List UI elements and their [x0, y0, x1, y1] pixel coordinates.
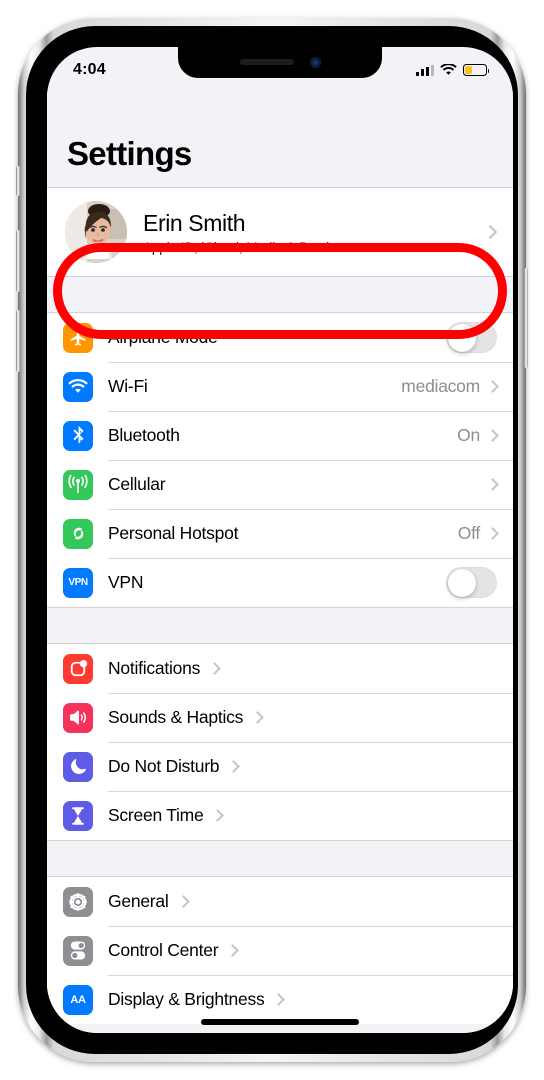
screen-time-icon [63, 800, 93, 831]
wifi-icon [63, 371, 93, 402]
settings-row-label: Do Not Disturb [108, 756, 220, 776]
device-bezel: 4:04 Settings Erin Smith Apple ID, iClou… [26, 26, 518, 1054]
settings-row-label: Screen Time [108, 805, 204, 825]
airplane-icon [63, 322, 93, 353]
earpiece-speaker [239, 59, 294, 65]
control-center-icon [63, 935, 93, 966]
hotspot-status-value: Off [457, 523, 481, 543]
settings-row-label: Bluetooth [108, 425, 180, 445]
notifications-icon [63, 653, 93, 684]
settings-row-label: Airplane Mode [108, 327, 218, 347]
apple-id-name: Erin Smith [143, 209, 246, 236]
settings-row-label: Control Center [108, 940, 219, 960]
section-gap [47, 277, 513, 312]
display-brightness-icon: AA [63, 984, 93, 1015]
chevron-right-icon [486, 380, 499, 393]
settings-row-label: Personal Hotspot [108, 523, 239, 543]
do-not-disturb-icon [63, 751, 93, 782]
power-button[interactable] [524, 268, 528, 368]
chevron-right-icon [486, 527, 499, 540]
settings-row-bluetooth[interactable]: Bluetooth On [47, 411, 513, 460]
group-alerts: Notifications Sounds & Haptics Do Not Di… [47, 643, 513, 841]
bluetooth-icon [63, 420, 93, 451]
wifi-icon [440, 64, 457, 75]
chevron-right-icon [486, 429, 499, 442]
section-gap [47, 608, 513, 643]
chevron-right-icon [486, 478, 499, 491]
mute-switch[interactable] [16, 166, 20, 196]
settings-row-wifi[interactable]: Wi-Fi mediacom [47, 362, 513, 411]
settings-row-label: Wi-Fi [108, 376, 148, 396]
battery-icon [463, 64, 490, 76]
status-bar-clock: 4:04 [73, 61, 106, 78]
wifi-network-value: mediacom [401, 376, 480, 396]
group-system: General Control Center AA Display & Brig… [47, 876, 513, 1024]
cellular-icon [63, 469, 93, 500]
settings-row-cellular[interactable]: Cellular [47, 460, 513, 509]
settings-row-sounds-haptics[interactable]: Sounds & Haptics [47, 693, 513, 742]
chevron-right-icon [176, 895, 190, 908]
apple-id-group: Erin Smith Apple ID, iCloud, Media & Pur… [47, 187, 513, 277]
chevron-right-icon [482, 224, 498, 240]
airplane-mode-toggle[interactable] [446, 322, 497, 353]
avatar [65, 201, 127, 263]
chevron-right-icon [272, 993, 286, 1006]
group-connectivity: Airplane Mode Wi-Fi mediacom Bluetooth O… [47, 312, 513, 608]
gear-icon [63, 886, 93, 917]
settings-row-screen-time[interactable]: Screen Time [47, 791, 513, 840]
settings-page: Settings Erin Smith Apple ID, iCloud, Me… [47, 91, 513, 1033]
chevron-right-icon [227, 760, 241, 773]
page-title: Settings [67, 135, 192, 172]
settings-row-vpn[interactable]: VPN VPN [47, 558, 513, 607]
chevron-right-icon [226, 944, 240, 957]
volume-up-button[interactable] [16, 230, 20, 292]
settings-row-general[interactable]: General [47, 877, 513, 926]
volume-down-button[interactable] [16, 310, 20, 372]
settings-row-label: Cellular [108, 474, 166, 494]
apple-id-subtitle: Apple ID, iCloud, Media & Purchases [143, 239, 362, 255]
chevron-right-icon [208, 662, 221, 675]
settings-row-personal-hotspot[interactable]: Personal Hotspot Off [47, 509, 513, 558]
settings-row-do-not-disturb[interactable]: Do Not Disturb [47, 742, 513, 791]
chevron-right-icon [211, 809, 225, 822]
apple-id-text: Erin Smith Apple ID, iCloud, Media & Pur… [143, 210, 362, 255]
settings-row-label: Display & Brightness [108, 989, 265, 1009]
phone-screen: 4:04 Settings Erin Smith Apple ID, iClou… [47, 47, 513, 1033]
settings-row-label: Sounds & Haptics [108, 707, 244, 727]
notch [178, 47, 382, 78]
iphone-device: 4:04 Settings Erin Smith Apple ID, iClou… [16, 18, 528, 1062]
settings-row-control-center[interactable]: Control Center [47, 926, 513, 975]
apple-id-row[interactable]: Erin Smith Apple ID, iCloud, Media & Pur… [47, 188, 513, 276]
front-camera [309, 56, 321, 68]
hotspot-icon [63, 518, 93, 549]
settings-row-airplane-mode[interactable]: Airplane Mode [47, 313, 513, 362]
settings-row-label: Notifications [108, 658, 201, 678]
bluetooth-status-value: On [457, 425, 480, 445]
vpn-toggle[interactable] [446, 567, 497, 598]
status-bar-indicators [416, 64, 490, 76]
chevron-right-icon [251, 711, 264, 724]
cellular-signal-icon [416, 64, 434, 76]
sounds-icon [63, 702, 93, 733]
settings-row-display-brightness[interactable]: AA Display & Brightness [47, 975, 513, 1024]
settings-row-notifications[interactable]: Notifications [47, 644, 513, 693]
settings-row-label: VPN [108, 572, 144, 592]
section-gap [47, 841, 513, 876]
settings-row-label: General [108, 891, 169, 911]
vpn-icon: VPN [63, 567, 93, 598]
home-indicator[interactable] [201, 1019, 359, 1025]
